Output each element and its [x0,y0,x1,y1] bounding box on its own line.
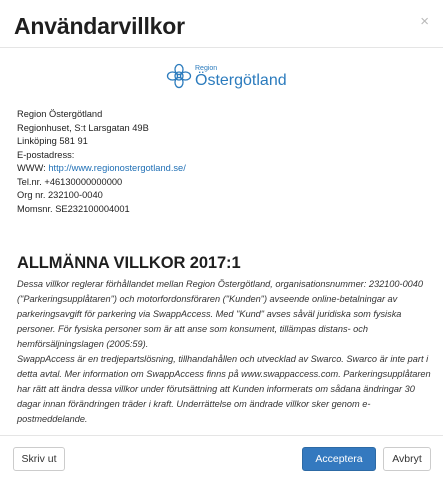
contact-info: Region Östergötland Regionhuset, S:t Lar… [17,108,186,216]
address-line-2: Linköping 581 91 [17,136,88,146]
org-number: Org nr. 232100-0040 [17,190,103,200]
dialog-body[interactable]: Region Östergötland Region Östergötland … [0,49,443,435]
dialog-footer: Skriv ut Acceptera Avbryt [0,435,443,479]
region-flower-icon [166,63,192,89]
cancel-button[interactable]: Avbryt [383,447,431,471]
accept-button[interactable]: Acceptera [302,447,376,471]
logo-name-text: Östergötland [195,72,287,89]
www-row: WWW: http://www.regionostergotland.se/ [17,162,186,176]
www-label: WWW: [17,163,46,173]
region-logo: Region Östergötland [166,62,296,92]
print-button[interactable]: Skriv ut [13,447,65,471]
phone-number: Tel.nr. +46130000000000 [17,176,123,187]
dialog-header: Användarvillkor × [0,0,443,48]
logo-wordmark: Region Östergötland [195,62,287,89]
address-line-1: Regionhuset, S:t Larsgatan 49B [17,122,149,133]
terms-paragraph-2: SwappAccess är en tredjepartslösning, ti… [17,354,431,424]
dialog-title: Användarvillkor [14,13,185,39]
vat-number: Momsnr. SE232100004001 [17,203,130,214]
terms-heading: ALLMÄNNA VILLKOR 2017:1 [17,254,241,272]
email-label: E-postadress: [17,149,75,160]
close-icon[interactable]: × [420,14,429,29]
org-name: Region Östergötland [17,109,103,119]
www-link[interactable]: http://www.regionostergotland.se/ [48,163,185,173]
terms-paragraph-1: Dessa villkor reglerar förhållandet mell… [17,279,424,349]
